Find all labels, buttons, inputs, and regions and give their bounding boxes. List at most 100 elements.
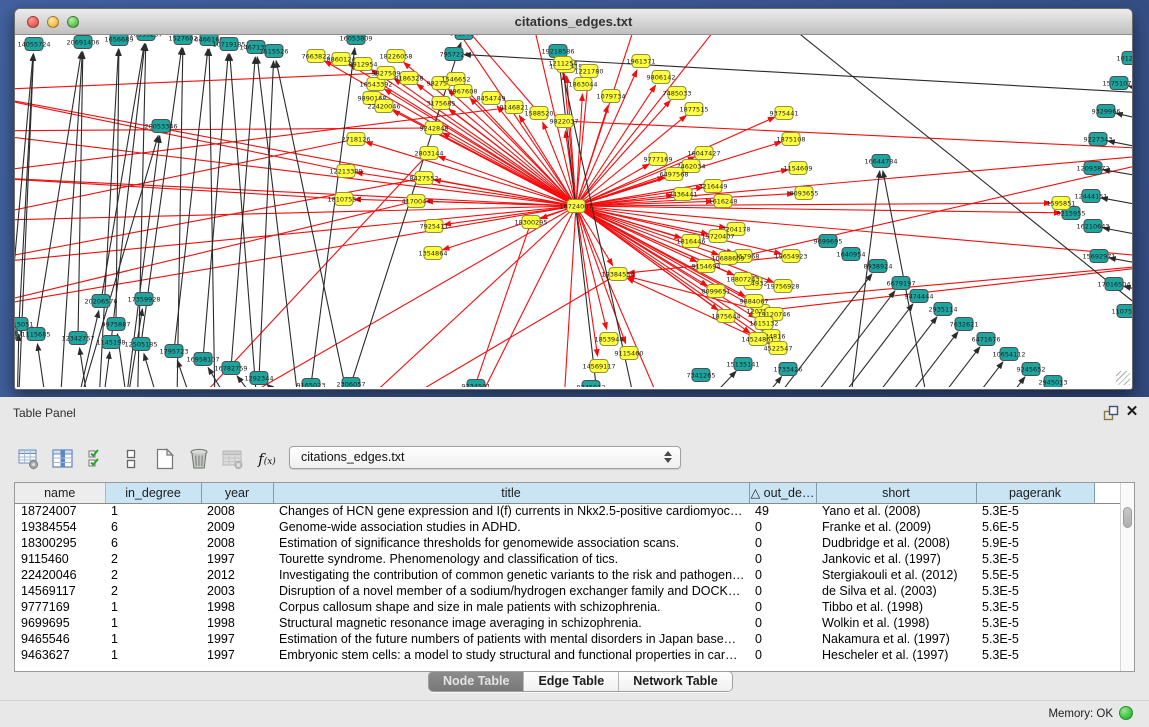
graph-edge[interactable]	[804, 304, 913, 387]
table-row[interactable]: 1938455462009Genome-wide association stu…	[15, 519, 1122, 535]
graph-edge[interactable]	[160, 206, 576, 387]
graph-node[interactable]: 15135141	[726, 358, 759, 371]
graph-node[interactable]: 8427552	[410, 172, 439, 185]
graph-node[interactable]: 1875108	[777, 133, 806, 146]
table-cell[interactable]: Investigating the contribution of common…	[273, 567, 749, 583]
graph-node[interactable]: 2967608	[449, 85, 478, 98]
table-cell[interactable]: 1998	[201, 599, 273, 615]
table-cell[interactable]: 22420046	[15, 567, 105, 583]
table-cell[interactable]: 2009	[201, 519, 273, 535]
graph-node[interactable]: 8813054	[450, 35, 479, 40]
graph-node[interactable]: 12213389	[329, 165, 362, 178]
table-cell[interactable]: 1	[105, 599, 201, 615]
graph-node[interactable]: 3175685	[427, 97, 456, 110]
graph-node[interactable]: 4170044	[402, 195, 431, 208]
table-cell[interactable]: 0	[749, 567, 816, 583]
graph-edge[interactable]	[454, 222, 531, 387]
graph-node[interactable]: 15692971	[1082, 250, 1115, 263]
table-settings-icon[interactable]	[14, 446, 44, 472]
table-cell[interactable]: 6	[105, 519, 201, 535]
table-cell[interactable]: Dudbridge et al. (2008)	[816, 535, 976, 551]
table-cell[interactable]: 18724007	[15, 503, 105, 519]
graph-node[interactable]: 1012543	[1117, 52, 1132, 65]
graph-edge[interactable]	[231, 57, 255, 368]
graph-edge[interactable]	[15, 177, 344, 199]
graph-node[interactable]: 4522547	[764, 342, 793, 355]
column-header-in_degree[interactable]: in_degree	[105, 483, 201, 503]
graph-node[interactable]: 9806142	[647, 71, 676, 84]
table-cell[interactable]: 2	[105, 567, 201, 583]
graph-node[interactable]: 20206576	[84, 295, 117, 308]
table-cell[interactable]: 5.3E-5	[976, 583, 1094, 599]
graph-node[interactable]: 9245652	[1017, 363, 1046, 376]
graph-node[interactable]: 19384554	[601, 268, 634, 281]
graph-node[interactable]: 8938924	[864, 260, 893, 273]
graph-edge[interactable]	[37, 344, 56, 387]
graph-node[interactable]: 1145198	[97, 336, 126, 349]
table-cell[interactable]: 0	[749, 647, 816, 663]
graph-node[interactable]: 1877515	[680, 103, 709, 116]
function-builder-icon[interactable]: f(x)	[252, 446, 282, 472]
graph-node[interactable]: 7632621	[950, 318, 979, 331]
graph-edge[interactable]	[144, 354, 176, 387]
table-cell[interactable]: 5.6E-5	[976, 519, 1094, 535]
graph-node[interactable]: 16644784	[864, 155, 897, 168]
column-header-pagerank[interactable]: pagerank	[976, 483, 1094, 503]
table-row[interactable]: 946554611997Estimation of the future num…	[15, 631, 1122, 647]
graph-node[interactable]: 1795723	[160, 345, 189, 358]
window-resize-grip[interactable]	[1116, 371, 1130, 385]
graph-node[interactable]: 10953237	[129, 35, 162, 41]
graph-node[interactable]: 17016504	[1097, 278, 1130, 291]
graph-node[interactable]: 6679197	[887, 277, 916, 290]
graph-node[interactable]: 9975887	[102, 318, 131, 331]
graph-edge[interactable]	[96, 352, 110, 387]
graph-node[interactable]: 3216449	[699, 180, 728, 193]
graph-node[interactable]: 7957224	[440, 48, 469, 61]
graph-node[interactable]: 18300295	[514, 216, 547, 229]
graph-node[interactable]: 16053809	[339, 35, 372, 45]
close-panel-icon[interactable]: ✕	[1124, 404, 1140, 420]
graph-edge[interactable]	[308, 206, 576, 387]
table-cell[interactable]: 9463627	[15, 647, 105, 663]
graph-node[interactable]: 7925411	[420, 220, 449, 233]
graph-node[interactable]: 15751074	[1102, 77, 1132, 90]
table-cell[interactable]: 0	[749, 615, 816, 631]
table-cell[interactable]: Wolkin et al. (1998)	[816, 615, 976, 631]
table-row[interactable]: 969969511998Structural magnetic resonanc…	[15, 615, 1122, 631]
graph-edge[interactable]	[828, 317, 937, 387]
graph-node[interactable]: 2935114	[929, 303, 958, 316]
graph-node[interactable]: 15720407	[701, 230, 734, 243]
graph-node[interactable]: 9474444	[905, 290, 934, 303]
graph-edge[interactable]	[562, 206, 576, 387]
graph-node[interactable]: 7341265	[687, 369, 716, 382]
table-cell[interactable]: 9777169	[15, 599, 105, 615]
graph-edge[interactable]	[15, 206, 576, 265]
table-cell[interactable]: 0	[749, 631, 816, 647]
graph-edge[interactable]	[15, 178, 424, 264]
table-cell[interactable]: Structural magnetic resonance image aver…	[273, 615, 749, 631]
graph-node[interactable]: 1733426	[774, 363, 803, 376]
window-titlebar[interactable]: citations_edges.txt	[15, 9, 1132, 35]
graph-node[interactable]: 1853944	[595, 333, 624, 346]
graph-node[interactable]: 1875644	[712, 310, 741, 323]
table-cell[interactable]: Genome-wide association studies in ADHD.	[273, 519, 749, 535]
table-cell[interactable]: 1997	[201, 551, 273, 567]
graph-edge[interactable]	[15, 132, 576, 206]
graph-edge[interactable]	[15, 206, 576, 309]
table-cell[interactable]: 2	[105, 551, 201, 567]
table-cell[interactable]: Estimation of the future numbers of pati…	[273, 631, 749, 647]
table-cell[interactable]: 0	[749, 599, 816, 615]
table-row[interactable]: 946362711997Embryonic stem cells: a mode…	[15, 647, 1122, 663]
graph-edge[interactable]	[916, 377, 1025, 387]
table-cell[interactable]: 5.3E-5	[976, 615, 1094, 631]
table-cell[interactable]: 1997	[201, 631, 273, 647]
graph-node[interactable]: 8093655	[790, 187, 819, 200]
column-checklist-icon[interactable]	[82, 446, 112, 472]
table-row[interactable]: 1872400712008Changes of HCN gene express…	[15, 503, 1122, 519]
table-cell[interactable]: 2003	[201, 583, 273, 599]
graph-node[interactable]: 9329966	[1092, 105, 1121, 118]
table-cell[interactable]: Corpus callosum shape and size in male p…	[273, 599, 749, 615]
graph-node[interactable]: 9242848	[420, 122, 449, 135]
graph-node[interactable]: 12505185	[124, 338, 157, 351]
graph-node[interactable]: 9699695	[814, 235, 843, 248]
